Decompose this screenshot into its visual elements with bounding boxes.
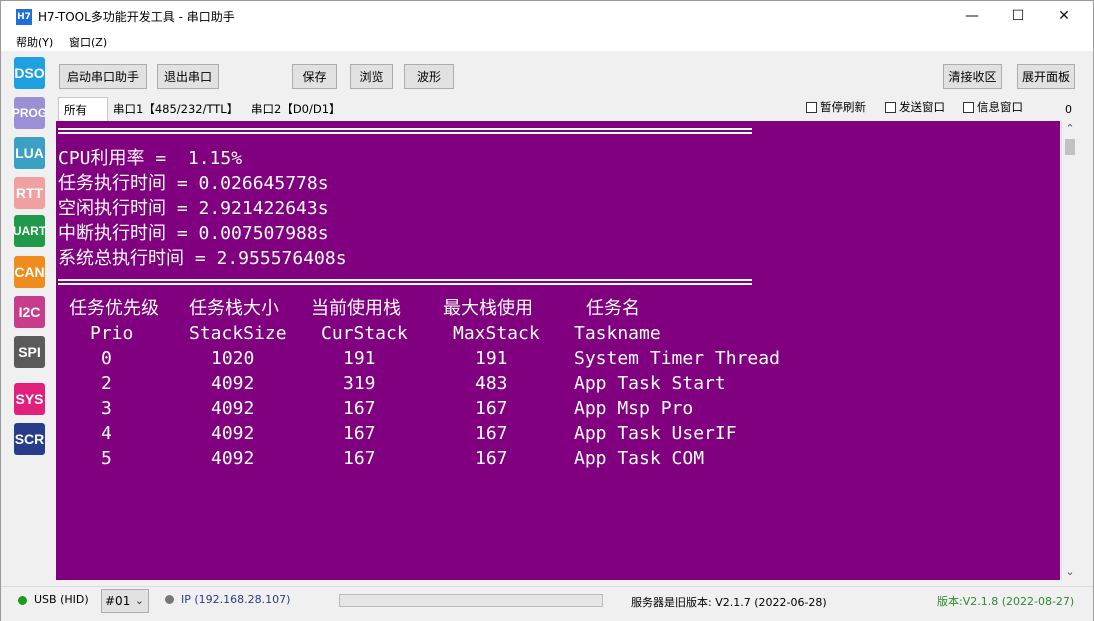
- browse-button[interactable]: 浏览: [350, 64, 393, 89]
- pause-refresh-label: 暂停刷新: [820, 100, 866, 114]
- cpu-usage-line: CPU利用率 = 1.15%: [58, 148, 243, 169]
- menu-bar: 帮助(Y) 窗口(Z): [1, 31, 1093, 51]
- progress-bar: [339, 594, 603, 607]
- task-row-prio: 4: [101, 423, 112, 444]
- task-row-prio: 2: [101, 373, 112, 394]
- header-cn-prio: 任务优先级: [69, 298, 159, 319]
- menu-window[interactable]: 窗口(Z): [69, 34, 107, 50]
- sidebar-item-spi[interactable]: SPI: [14, 336, 45, 368]
- task-row-curstack: 191: [343, 348, 376, 369]
- sidebar-item-lua[interactable]: LUA: [14, 137, 45, 169]
- checkbox-box[interactable]: [806, 101, 817, 113]
- start-serial-button[interactable]: 启动串口助手: [59, 64, 147, 89]
- usb-status-icon: [18, 596, 27, 605]
- isr-exec-time-line: 中断执行时间 = 0.007507988s: [58, 223, 329, 244]
- sidebar-item-can[interactable]: CAN: [14, 256, 45, 288]
- sidebar-item-rtt[interactable]: RTT: [14, 177, 45, 209]
- ip-status: IP (192.168.28.107): [181, 593, 291, 606]
- task-row-stacksize: 4092: [211, 448, 255, 469]
- total-exec-time-line: 系统总执行时间 = 2.955576408s: [58, 248, 347, 269]
- tab-serial2[interactable]: 串口2【D0/D1】: [246, 98, 346, 120]
- server-version: 服务器是旧版本: V2.1.7 (2022-06-28): [631, 596, 827, 609]
- terminal-output[interactable]: CPU利用率 = 1.15% 任务执行时间 = 0.026645778s 空闲执…: [56, 121, 1060, 580]
- minimize-button[interactable]: —: [949, 1, 995, 31]
- task-row-maxstack: 191: [475, 348, 508, 369]
- checkbox-box[interactable]: [963, 101, 974, 113]
- header-en-curstack: CurStack: [321, 323, 408, 344]
- task-row-stacksize: 4092: [211, 423, 255, 444]
- header-en-prio: Prio: [90, 323, 134, 344]
- device-select[interactable]: #01 ⌄: [101, 589, 149, 613]
- clear-receive-button[interactable]: 清接收区: [943, 64, 1002, 89]
- waveform-button[interactable]: 波形: [404, 64, 454, 89]
- header-cn-stacksize: 任务栈大小: [189, 298, 279, 319]
- task-row-maxstack: 167: [475, 448, 508, 469]
- sidebar-item-uart[interactable]: UART: [13, 215, 46, 247]
- task-row-maxstack: 483: [475, 373, 508, 394]
- header-cn-maxstack: 最大栈使用: [443, 298, 533, 319]
- scroll-up-icon[interactable]: ⌃: [1062, 121, 1078, 137]
- task-row-taskname: App Task Start: [574, 373, 726, 394]
- expand-panel-button[interactable]: 展开面板: [1017, 64, 1075, 89]
- task-row-maxstack: 167: [475, 398, 508, 419]
- sidebar-item-prog[interactable]: PROG: [12, 97, 47, 129]
- sidebar-item-i2c[interactable]: I2C: [14, 296, 45, 328]
- header-cn-taskname: 任务名: [586, 298, 640, 319]
- scroll-thumb[interactable]: [1065, 139, 1075, 155]
- title-bar: H7 H7-TOOL多功能开发工具 - 串口助手 — ☐ ✕: [1, 1, 1093, 31]
- header-en-taskname: Taskname: [574, 323, 661, 344]
- chevron-down-icon: ⌄: [134, 594, 144, 607]
- sidebar-item-sys[interactable]: SYS: [14, 383, 45, 415]
- task-row-taskname: App Task COM: [574, 448, 705, 469]
- task-row-prio: 0: [101, 348, 112, 369]
- task-row-curstack: 167: [343, 448, 376, 469]
- task-row-taskname: App Task UserIF: [574, 423, 737, 444]
- header-en-maxstack: MaxStack: [453, 323, 540, 344]
- save-button[interactable]: 保存: [292, 64, 337, 89]
- tab-serial1[interactable]: 串口1【485/232/TTL】: [108, 98, 243, 120]
- task-row-maxstack: 167: [475, 423, 508, 444]
- task-row-curstack: 167: [343, 398, 376, 419]
- separator-line: [58, 279, 752, 285]
- close-button[interactable]: ✕: [1041, 1, 1087, 31]
- menu-help[interactable]: 帮助(Y): [16, 34, 53, 50]
- idle-exec-time-line: 空闲执行时间 = 2.921422643s: [58, 198, 329, 219]
- usb-status: USB (HID): [34, 593, 89, 606]
- send-window-label: 发送窗口: [899, 100, 945, 114]
- sidebar: DSO PROG LUA RTT UART CAN I2C SPI SYS SC…: [1, 51, 49, 586]
- receive-counter: 0: [1065, 103, 1072, 116]
- exit-serial-button[interactable]: 退出串口: [157, 64, 219, 89]
- separator-line: [58, 128, 752, 134]
- task-row-stacksize: 1020: [211, 348, 255, 369]
- app-window: H7 H7-TOOL多功能开发工具 - 串口助手 — ☐ ✕ 帮助(Y) 窗口(…: [0, 0, 1094, 621]
- device-select-value: #01: [105, 594, 131, 608]
- sidebar-item-scr[interactable]: SCR: [14, 423, 45, 455]
- info-window-label: 信息窗口: [977, 100, 1023, 114]
- checkbox-box[interactable]: [885, 101, 896, 113]
- scroll-down-icon[interactable]: ⌄: [1062, 564, 1078, 580]
- pause-refresh-checkbox[interactable]: 暂停刷新: [806, 99, 866, 115]
- header-cn-curstack: 当前使用栈: [311, 298, 401, 319]
- vertical-scrollbar[interactable]: ⌃ ⌄: [1061, 121, 1078, 580]
- task-row-taskname: App Msp Pro: [574, 398, 694, 419]
- ip-status-icon: [165, 595, 174, 604]
- tab-all[interactable]: 所有: [58, 97, 108, 121]
- task-row-taskname: System Timer Thread: [574, 348, 780, 369]
- task-exec-time-line: 任务执行时间 = 0.026645778s: [58, 173, 329, 194]
- send-window-checkbox[interactable]: 发送窗口: [885, 99, 945, 115]
- info-window-checkbox[interactable]: 信息窗口: [963, 99, 1023, 115]
- task-row-stacksize: 4092: [211, 398, 255, 419]
- task-row-prio: 3: [101, 398, 112, 419]
- app-version: 版本:V2.1.8 (2022-08-27): [937, 595, 1075, 608]
- task-row-curstack: 319: [343, 373, 376, 394]
- maximize-button[interactable]: ☐: [995, 1, 1041, 31]
- task-row-stacksize: 4092: [211, 373, 255, 394]
- header-en-stacksize: StackSize: [189, 323, 287, 344]
- task-row-curstack: 167: [343, 423, 376, 444]
- task-row-prio: 5: [101, 448, 112, 469]
- sidebar-item-dso[interactable]: DSO: [14, 57, 45, 89]
- window-title: H7-TOOL多功能开发工具 - 串口助手: [38, 10, 235, 24]
- app-icon: H7: [16, 9, 32, 25]
